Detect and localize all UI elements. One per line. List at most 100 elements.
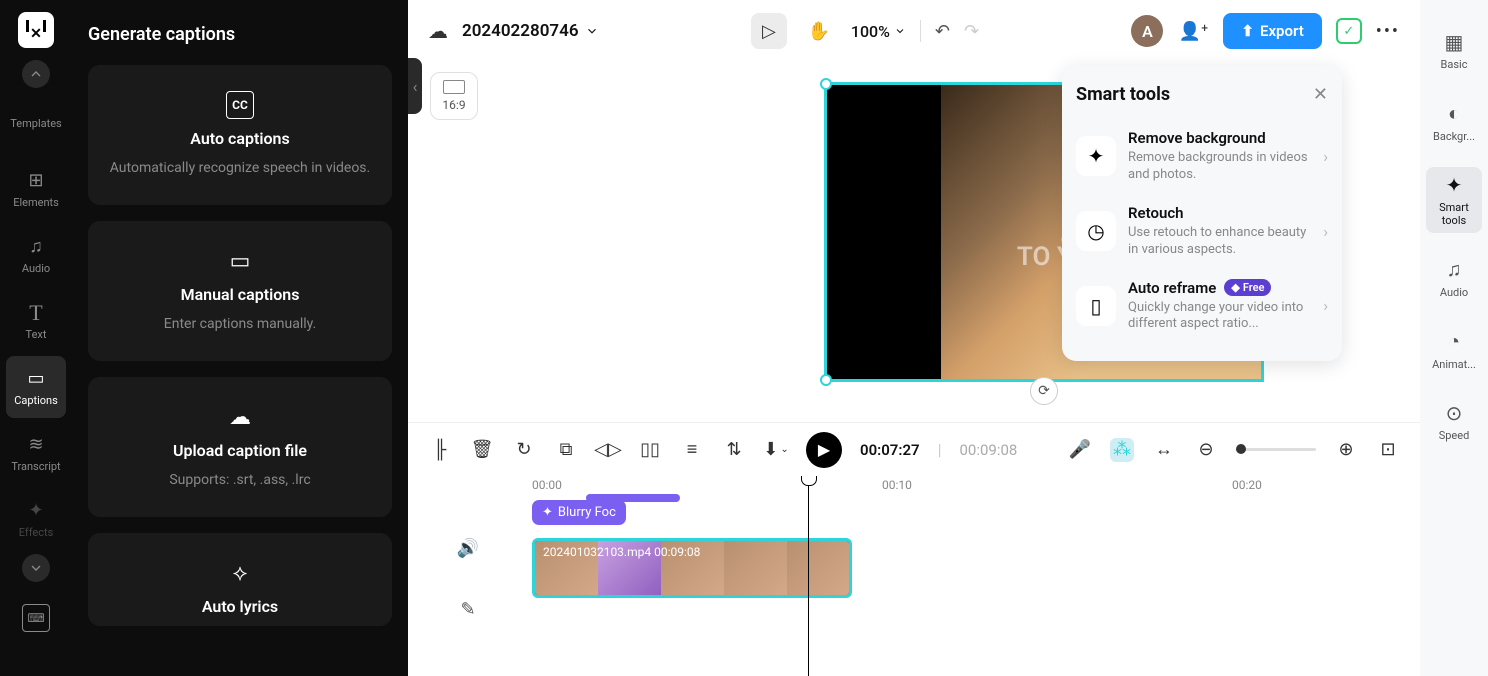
undo-button[interactable]: ↶ (935, 21, 950, 42)
track-area[interactable]: ✦ Blurry Foc 202401032103.mp4 00:09:08 (532, 500, 1420, 508)
rail-templates[interactable]: Templates (6, 92, 66, 154)
shield-icon[interactable]: ✓ (1336, 18, 1362, 44)
app-logo[interactable] (18, 12, 54, 48)
hand-tool[interactable]: ✋ (801, 13, 837, 49)
upload-icon: ☁ (226, 403, 254, 431)
current-time: 00:07:27 (860, 441, 920, 459)
captions-icon: ▭ (25, 368, 47, 390)
zoom-out-icon[interactable]: ⊖ (1194, 438, 1218, 462)
free-badge: ◆ Free (1224, 279, 1271, 296)
rr-smart-tools[interactable]: ✦Smart tools (1426, 167, 1482, 233)
adjust-icon[interactable]: ≡ (680, 438, 704, 462)
more-menu[interactable]: ••• (1376, 21, 1400, 42)
mic-icon[interactable]: 🎤 (1068, 438, 1092, 462)
mirror-icon[interactable]: ◁▷ (596, 438, 620, 462)
audio-icon: ♫ (25, 236, 47, 258)
track-header: 🔊 ✎ (408, 508, 528, 620)
card-manual-captions[interactable]: ▭ Manual captions Enter captions manuall… (88, 221, 392, 361)
text-icon: T (25, 302, 47, 324)
cc-icon: CC (226, 91, 254, 119)
basic-icon: ▦ (1445, 30, 1464, 54)
zoom-slider[interactable] (1236, 448, 1316, 451)
topbar: ☁ 202402280746 ▷ ✋ 100% ↶ ↷ A 👤⁺ ⬆ Expor… (408, 0, 1420, 62)
delete-icon[interactable]: 🗑 (470, 438, 494, 462)
transcript-icon: ≋ (25, 434, 47, 456)
redo-button[interactable]: ↷ (964, 21, 979, 42)
side-panel: Generate captions CC Auto captions Autom… (72, 0, 408, 676)
flip-icon[interactable]: ▯▯ (638, 438, 662, 462)
total-time: 00:09:08 (960, 441, 1018, 459)
smart-tools-panel: Smart tools ✕ ✦ Remove backgroundRemove … (1062, 66, 1342, 361)
elements-icon: ⊞ (25, 170, 47, 192)
canvas[interactable]: 16:9 🖼 ⊡ ⧉ ◫⌄ ••• ♪ TikTok@aespa_officia… (408, 62, 1420, 422)
card-auto-captions[interactable]: CC Auto captions Automatically recognize… (88, 65, 392, 205)
magnet-icon[interactable]: ⁂ (1110, 438, 1134, 462)
timeline[interactable]: 🔊 ✎ 00:00 00:10 00:20 ✦ Blurry Foc 20240… (408, 476, 1420, 676)
reframe-icon: ▯ (1076, 286, 1116, 326)
aspect-ratio[interactable]: 16:9 (430, 72, 478, 120)
tool-auto-reframe[interactable]: ▯ Auto reframe◆ FreeQuickly change your … (1076, 269, 1328, 344)
rotate-icon[interactable]: ↻ (512, 438, 536, 462)
animation-icon: ◔ (1448, 329, 1460, 354)
rail-elements[interactable]: ⊞Elements (6, 158, 66, 220)
pointer-tool[interactable]: ▷ (751, 13, 787, 49)
rr-basic[interactable]: ▦Basic (1426, 24, 1482, 77)
refresh-icon[interactable]: ⟳ (1030, 377, 1058, 405)
main-area: ‹ ☁ 202402280746 ▷ ✋ 100% ↶ ↷ A 👤⁺ ⬆ Exp… (408, 0, 1420, 676)
rail-audio[interactable]: ♫Audio (6, 224, 66, 286)
collapse-down[interactable] (22, 554, 50, 582)
zoom-in-icon[interactable]: ⊕ (1334, 438, 1358, 462)
rr-animation[interactable]: ◔Animat... (1426, 323, 1482, 377)
edit-track-icon[interactable]: ✎ (460, 599, 475, 620)
user-avatar[interactable]: A (1131, 15, 1163, 47)
rr-background[interactable]: ◐Backgr... (1426, 95, 1482, 149)
card-upload-caption[interactable]: ☁ Upload caption file Supports: .srt, .a… (88, 377, 392, 517)
resize-handle-bl[interactable] (820, 374, 832, 386)
split-screen-icon[interactable]: ⇅ (722, 438, 746, 462)
rr-audio[interactable]: ♫Audio (1426, 251, 1482, 305)
chevron-right-icon: › (1323, 296, 1328, 315)
align-icon[interactable]: ↔ (1152, 438, 1176, 462)
speed-icon: ⊙ (1446, 401, 1463, 425)
mute-icon[interactable]: 🔊 (457, 538, 479, 559)
video-clip[interactable]: 202401032103.mp4 00:09:08 (532, 538, 852, 598)
right-rail: ▦Basic ◐Backgr... ✦Smart tools ♫Audio ◔A… (1420, 0, 1488, 676)
rr-speed[interactable]: ⊙Speed (1426, 395, 1482, 448)
panel-title: Generate captions (88, 24, 392, 45)
lyrics-icon: ⟡ (226, 559, 254, 587)
tool-retouch[interactable]: ◷ RetouchUse retouch to enhance beauty i… (1076, 194, 1328, 269)
crop-icon[interactable]: ⧉ (554, 438, 578, 462)
invite-button[interactable]: 👤⁺ (1177, 15, 1209, 47)
play-button[interactable]: ▶ (806, 432, 842, 468)
audio-icon: ♫ (1447, 257, 1462, 282)
keyboard-icon[interactable]: ⌨ (22, 604, 50, 632)
close-icon[interactable]: ✕ (1313, 84, 1328, 105)
playhead[interactable] (808, 476, 809, 676)
chevron-right-icon: › (1323, 147, 1328, 166)
rail-effects[interactable]: ✦Effects (6, 488, 66, 550)
resize-handle-tl[interactable] (820, 78, 832, 90)
zoom-level[interactable]: 100% (851, 22, 906, 41)
bg-icon: ◐ (1448, 101, 1460, 126)
wand-icon: ✦ (1446, 173, 1463, 197)
left-rail: Templates ⊞Elements ♫Audio TText ▭Captio… (0, 0, 72, 676)
collapse-up[interactable] (22, 60, 50, 88)
effect-chip[interactable]: ✦ Blurry Foc (532, 500, 626, 525)
subtitle-icon: ▭ (226, 247, 254, 275)
remove-bg-icon: ✦ (1076, 136, 1116, 176)
fit-icon[interactable]: ⊡ (1376, 438, 1400, 462)
retouch-icon: ◷ (1076, 211, 1116, 251)
rail-text[interactable]: TText (6, 290, 66, 352)
export-button[interactable]: ⬆ Export (1223, 13, 1321, 49)
download-icon[interactable]: ⬇⌄ (764, 438, 788, 462)
timeline-toolbar: ╟ 🗑 ↻ ⧉ ◁▷ ▯▯ ≡ ⇅ ⬇⌄ ▶ 00:07:27 | 00:09:… (408, 422, 1420, 476)
split-icon[interactable]: ╟ (428, 438, 452, 462)
tool-remove-bg[interactable]: ✦ Remove backgroundRemove backgrounds in… (1076, 119, 1328, 194)
cloud-icon[interactable]: ☁ (428, 19, 448, 43)
project-name[interactable]: 202402280746 (462, 21, 599, 41)
smart-title: Smart tools (1076, 84, 1170, 105)
card-auto-lyrics[interactable]: ⟡ Auto lyrics (88, 533, 392, 626)
rail-captions[interactable]: ▭Captions (6, 356, 66, 418)
chevron-right-icon: › (1323, 222, 1328, 241)
rail-transcript[interactable]: ≋Transcript (6, 422, 66, 484)
